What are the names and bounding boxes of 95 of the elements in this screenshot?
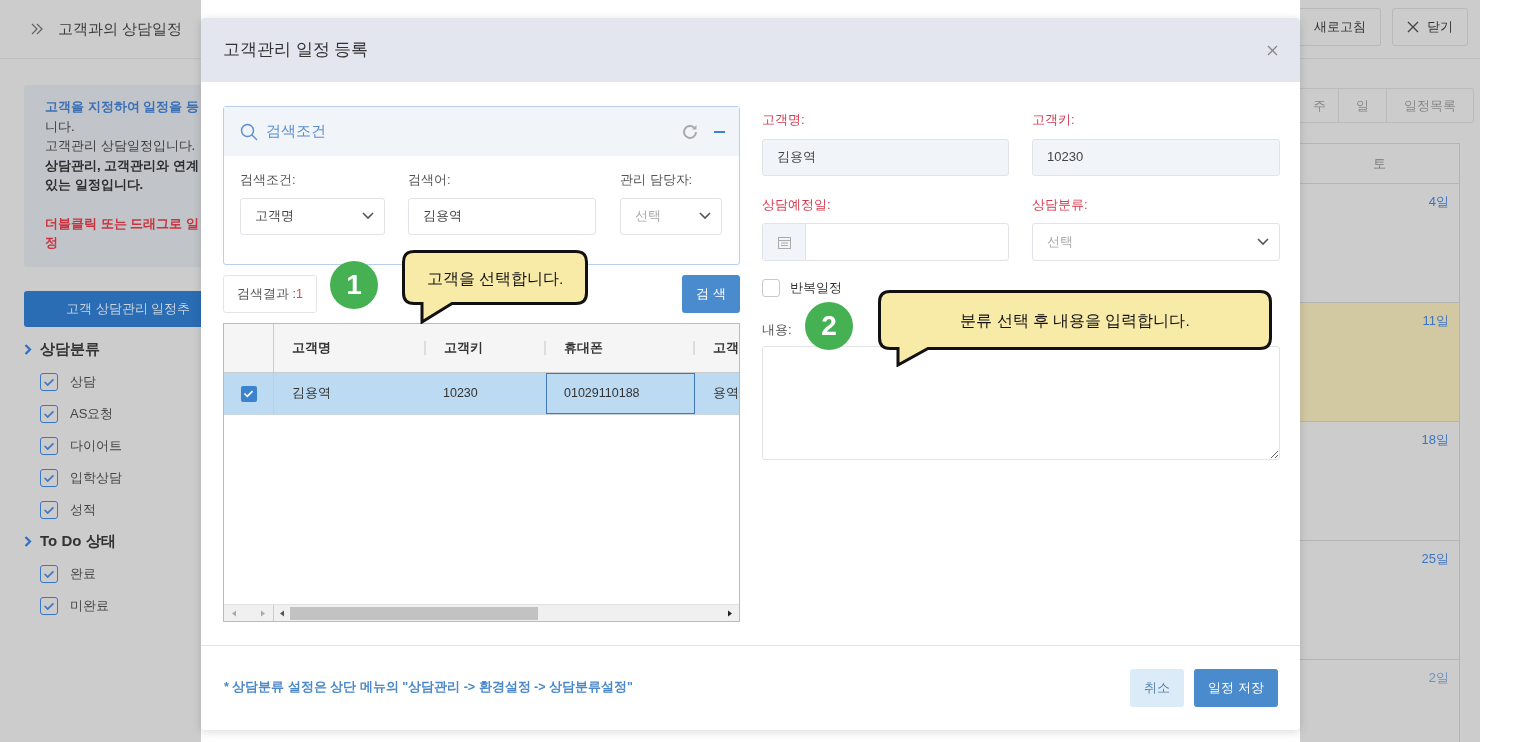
table-cell-text: 용역 <box>712 385 739 403</box>
panel-title: 검색조건 <box>266 121 326 142</box>
footer-note: * 상담분류 설정은 상단 메뉴의 "상담관리 -> 환경설정 -> 상담분류설정" <box>224 679 633 697</box>
input-field[interactable]: 김용역 <box>408 197 596 235</box>
text-area[interactable] <box>762 346 1280 460</box>
table-cell: 01029110188 <box>546 373 695 414</box>
readonly-field: 10230 <box>1032 138 1280 176</box>
calendar-day-cell[interactable]: 2일 <box>1300 660 1460 742</box>
check-icon <box>43 474 55 482</box>
close-icon <box>1407 21 1419 33</box>
refresh-button[interactable] <box>681 122 699 141</box>
chevron-down-icon <box>362 212 374 220</box>
calendar-day-cell[interactable]: 25일 <box>1300 541 1460 660</box>
double-chevron-icon <box>31 23 43 35</box>
field-label: 검색조건: <box>240 171 297 189</box>
search-icon <box>240 122 258 141</box>
date-field[interactable] <box>762 223 1009 261</box>
select-field[interactable]: 고객명 <box>240 197 385 235</box>
checkbox-label: 상담 <box>70 372 96 391</box>
result-count: 검색결과 :1 <box>223 275 317 313</box>
field-label: 고객명: <box>762 111 806 129</box>
column-header[interactable]: 고객 <box>695 338 739 358</box>
close-button[interactable] <box>1267 44 1278 56</box>
checkbox[interactable] <box>40 372 58 391</box>
field-label: 고객키: <box>1032 111 1076 129</box>
check-icon <box>43 506 55 514</box>
grid-row[interactable]: 김용역 10230 01029110188 용역 <box>224 373 739 415</box>
view-tab[interactable]: 일정목록 <box>1387 88 1474 123</box>
checkbox[interactable] <box>40 436 58 455</box>
search-button[interactable]: 검 색 <box>682 275 740 313</box>
field-label: 내용: <box>762 320 792 339</box>
checkbox-label: 입학상담 <box>70 468 122 487</box>
field-label: 상담예정일: <box>762 195 832 214</box>
readonly-field: 김용역 <box>762 138 1009 176</box>
checkbox-label: 미완료 <box>70 596 109 615</box>
check-icon <box>43 442 55 450</box>
chevron-right-icon <box>24 536 32 547</box>
field-label: 관리 담당자: <box>620 171 694 189</box>
info-text: 니다. <box>45 117 76 136</box>
view-tab[interactable]: 일 <box>1339 88 1387 123</box>
checkbox[interactable] <box>40 468 58 487</box>
refresh-icon <box>681 122 699 141</box>
field-label: 검색어: <box>408 171 452 189</box>
checkbox[interactable] <box>40 500 58 519</box>
calendar-icon <box>777 235 791 249</box>
checkbox-label: 다이어트 <box>70 436 122 455</box>
calendar-day-cell[interactable]: 11일 <box>1300 303 1460 422</box>
dialog-title: 고객관리 일정 등록 <box>223 39 369 62</box>
view-tab[interactable]: 주 <box>1300 88 1339 123</box>
info-text: 고객을 지정하여 일정을 등 <box>45 98 200 116</box>
info-text: 정 <box>45 234 59 252</box>
chevron-right-icon <box>24 344 32 355</box>
column-header[interactable]: 고객키 <box>426 338 544 358</box>
callout: 고객을 선택합니다. <box>402 250 588 324</box>
chevron-down-icon <box>699 212 711 220</box>
info-text: 상담관리, 고객관리와 연계 <box>45 156 200 175</box>
save-button[interactable]: 일정 저장 <box>1194 668 1278 707</box>
checkbox-label: 반복일정 <box>790 279 842 297</box>
table-cell-text: 김용역 <box>291 385 332 403</box>
checkbox-label: AS요청 <box>70 404 114 423</box>
chevron-down-icon <box>1257 238 1269 246</box>
column-header[interactable]: 휴대폰 <box>546 338 693 358</box>
step-number-badge: 1 <box>330 261 378 309</box>
select-field[interactable]: 선택 <box>1032 223 1280 261</box>
check-icon <box>43 410 55 418</box>
cancel-button[interactable]: 취소 <box>1130 668 1185 707</box>
info-text: 있는 일정입니다. <box>45 176 145 194</box>
checkbox[interactable] <box>40 596 58 615</box>
step-number-badge: 2 <box>805 302 853 350</box>
table-cell-text: 10230 <box>442 385 479 403</box>
page-title: 고객과의 상담일정 <box>58 18 183 39</box>
info-text: 더블클릭 또는 드래그로 일 <box>45 214 200 233</box>
toolbar-button[interactable]: 닫기 <box>1392 8 1468 46</box>
toolbar-button[interactable]: 새로고침 <box>1300 8 1381 46</box>
close-icon <box>1267 44 1278 56</box>
checkbox[interactable] <box>762 278 780 297</box>
column-header[interactable]: 고객명 <box>274 338 424 358</box>
check-icon <box>43 602 55 610</box>
field-label: 상담분류: <box>1032 195 1089 214</box>
checkbox[interactable] <box>40 564 58 583</box>
check-icon <box>243 390 254 398</box>
checkbox[interactable] <box>240 385 257 402</box>
checkbox-label: 완료 <box>70 564 96 583</box>
add-schedule-button[interactable]: 고객 상담관리 일정추 <box>24 290 201 327</box>
info-text: 고객관리 상담일정입니다. <box>45 137 197 155</box>
calendar-column-header: 토 <box>1300 143 1460 184</box>
checkbox[interactable] <box>40 404 58 423</box>
filter-group-title: To Do 상태 <box>40 531 116 552</box>
callout: 분류 선택 후 내용을 입력합니다. <box>878 290 1272 367</box>
checkbox-label: 성적 <box>70 500 96 519</box>
check-icon <box>43 570 55 578</box>
check-icon <box>43 378 55 386</box>
select-field[interactable]: 선택 <box>620 197 722 235</box>
calendar-day-cell[interactable]: 18일 <box>1300 422 1460 541</box>
filter-group-title: 상담분류 <box>40 339 100 360</box>
